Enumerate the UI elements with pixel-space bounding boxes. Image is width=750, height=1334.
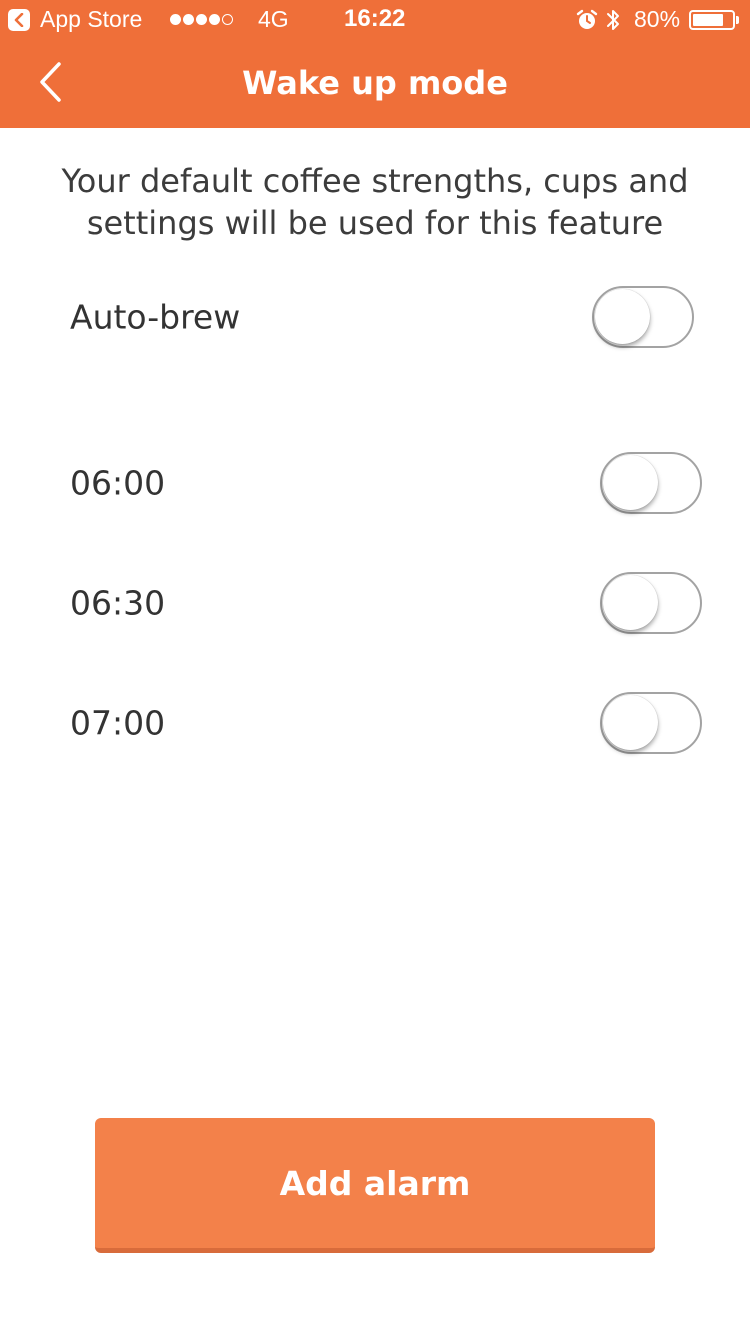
- back-app-label[interactable]: App Store: [40, 6, 142, 33]
- alarm-toggle[interactable]: [600, 692, 702, 754]
- auto-brew-toggle[interactable]: [592, 286, 694, 348]
- signal-dot: [183, 14, 194, 25]
- auto-brew-row: Auto-brew: [70, 285, 710, 349]
- alarm-clock-icon: [576, 9, 598, 37]
- signal-dot: [196, 14, 207, 25]
- toggle-knob: [603, 575, 658, 630]
- toggle-knob: [603, 695, 658, 750]
- battery-icon: [689, 10, 735, 30]
- alarm-row: 06:00: [70, 451, 710, 515]
- status-bar: App Store 4G 16:22 80%: [0, 0, 750, 40]
- header-bar: App Store 4G 16:22 80% Wake up mode: [0, 0, 750, 128]
- signal-dot: [209, 14, 220, 25]
- status-time: 16:22: [344, 5, 406, 32]
- battery-tip: [736, 16, 739, 24]
- intro-text: Your default coffee strengths, cups and …: [61, 162, 689, 242]
- back-to-app-icon[interactable]: [8, 9, 30, 31]
- add-alarm-button[interactable]: Add alarm: [95, 1118, 655, 1253]
- alarm-toggle[interactable]: [600, 572, 702, 634]
- network-type: 4G: [258, 6, 289, 32]
- auto-brew-label: Auto-brew: [70, 297, 241, 337]
- alarm-toggle[interactable]: [600, 452, 702, 514]
- page-title: Wake up mode: [242, 64, 508, 102]
- alarm-row: 06:30: [70, 571, 710, 635]
- alarm-time: 07:00: [70, 703, 166, 743]
- signal-dot: [222, 14, 233, 25]
- signal-dot: [170, 14, 181, 25]
- alarm-row: 07:00: [70, 691, 710, 755]
- bluetooth-icon: [605, 7, 621, 39]
- toggle-knob: [603, 455, 658, 510]
- alarm-time: 06:30: [70, 583, 166, 623]
- toggle-knob: [595, 289, 650, 344]
- alarm-time: 06:00: [70, 463, 166, 503]
- signal-strength-icon: [170, 14, 235, 25]
- battery-percent: 80%: [634, 6, 681, 32]
- battery-fill: [693, 14, 724, 26]
